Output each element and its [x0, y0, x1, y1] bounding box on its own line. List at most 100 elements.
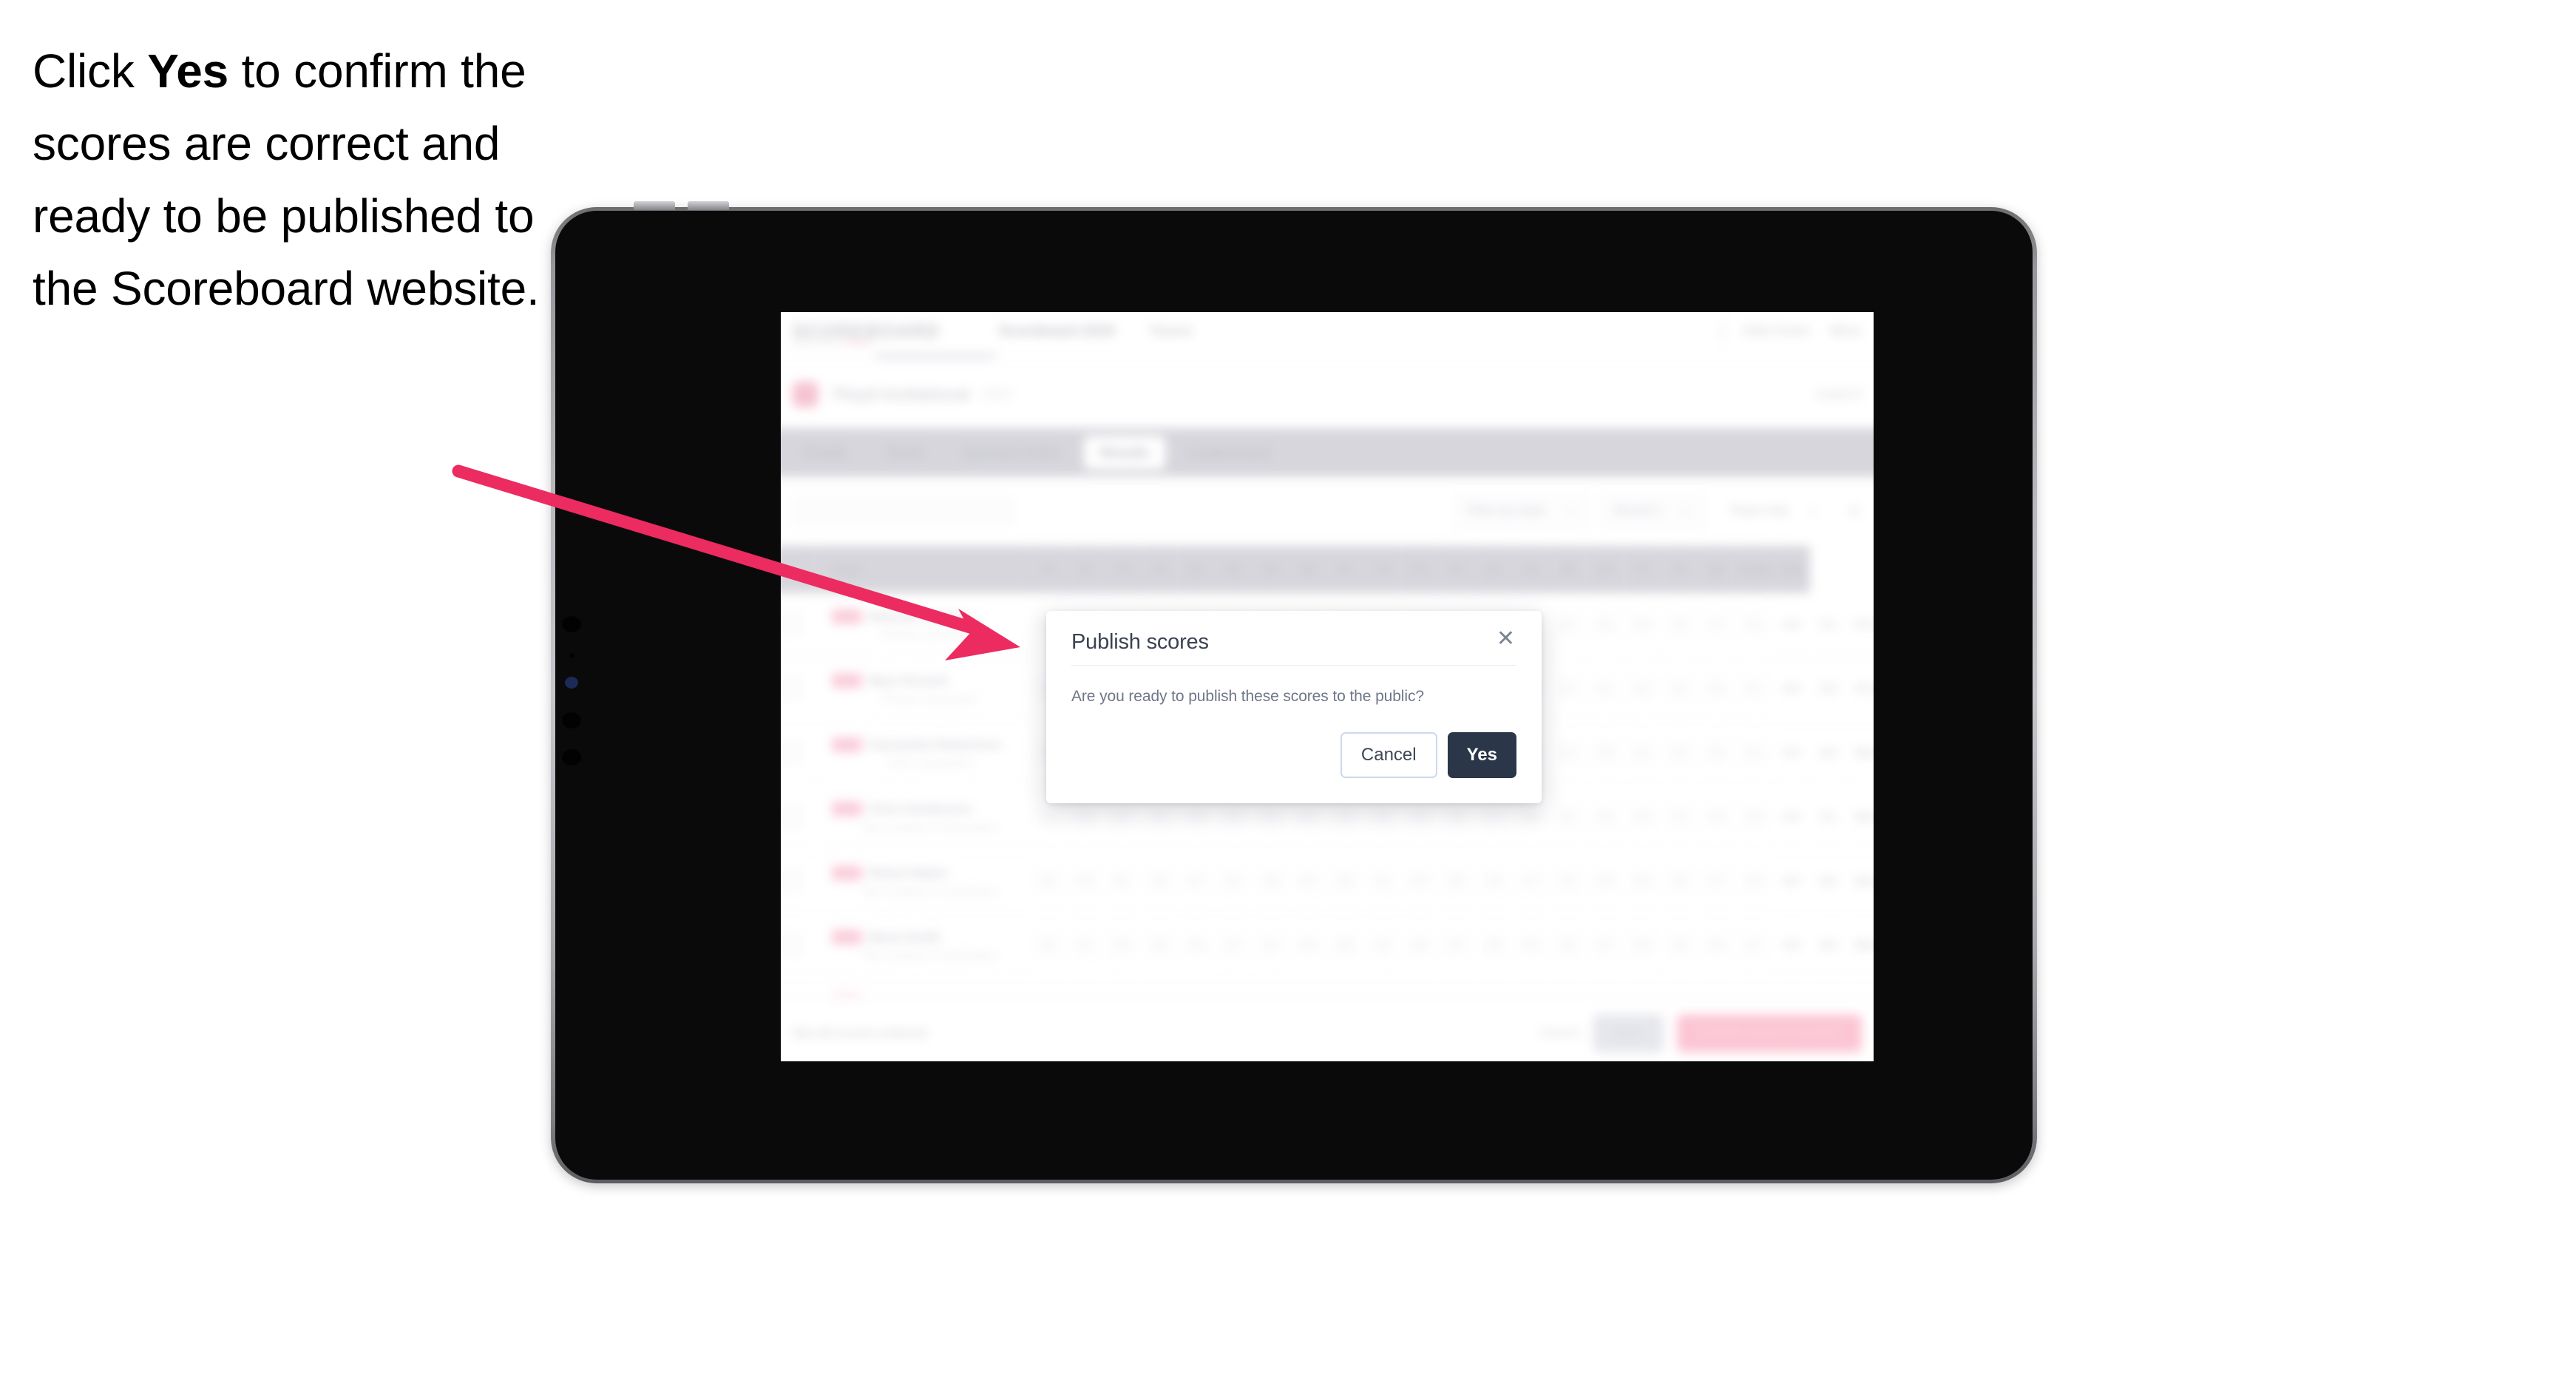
score-input[interactable]: 9.4 — [1556, 676, 1581, 701]
score-input[interactable]: 9.0 — [1667, 868, 1692, 893]
score-cell[interactable]: 9.1 — [1624, 720, 1661, 785]
cancel-button[interactable]: Cancel — [1340, 732, 1437, 778]
bottom-save-button[interactable]: Save — [1593, 1014, 1664, 1052]
score-cell[interactable]: 9.0 — [1475, 848, 1513, 914]
score-input[interactable]: 9.0 — [1295, 868, 1321, 893]
checkbox-icon[interactable] — [782, 871, 802, 891]
nav-item-scoreboard-2019[interactable]: Scoreboard 2019 — [999, 323, 1114, 339]
score-input[interactable]: 9.2 — [1370, 805, 1395, 829]
score-cell[interactable]: 9.2 — [1661, 720, 1699, 785]
score-cell[interactable]: 8.9 — [1624, 848, 1661, 914]
player-cell[interactable]: L2 Chris Henderson Star Academy of Gymnast… — [813, 785, 1030, 850]
score-cell[interactable]: 8.8 — [1438, 848, 1476, 914]
score-cell[interactable]: 9.0 — [1698, 656, 1736, 721]
score-input[interactable]: 9.5 — [1556, 612, 1581, 637]
score-input[interactable]: 9.2 — [1110, 805, 1135, 829]
score-cell[interactable]: 8.8 — [1587, 848, 1624, 914]
score-cell[interactable]: 8.7 — [1438, 913, 1476, 978]
score-input[interactable]: 8.8 — [1333, 933, 1358, 958]
score-input[interactable]: 8.8 — [1630, 933, 1655, 958]
score-input[interactable]: 8.9 — [1667, 933, 1692, 958]
score-input[interactable]: 9.2 — [1593, 612, 1618, 637]
score-input[interactable]: 9.1 — [1593, 676, 1618, 701]
score-cell[interactable]: 9.1 — [1587, 656, 1624, 721]
score-input[interactable]: 9.3 — [1221, 805, 1246, 829]
table-row[interactable]: L2 Robert Baker Star Academy of Gymnastics… — [781, 848, 1874, 914]
player-cell[interactable]: L2 Mary Russell Phoenix Gymnastics — [813, 656, 1030, 721]
score-cell[interactable]: 8.7 — [1587, 913, 1624, 978]
row-checkbox[interactable] — [781, 592, 814, 657]
score-input[interactable]: 9.1 — [1667, 805, 1692, 829]
score-cell[interactable]: 9.1 — [1735, 656, 1773, 721]
settings-gear-icon[interactable]: ⚙ — [1844, 504, 1865, 519]
score-input[interactable]: 8.8 — [1742, 868, 1766, 893]
score-input[interactable]: 8.9 — [1333, 868, 1358, 893]
score-cell[interactable]: 8.8 — [1698, 785, 1736, 850]
score-input[interactable]: 9.1 — [1221, 933, 1246, 958]
score-input[interactable]: 8.8 — [1147, 933, 1172, 958]
score-cell[interactable]: 9.0 — [1029, 848, 1067, 914]
score-input[interactable]: 8.8 — [1445, 868, 1469, 893]
score-cell[interactable]: 8.8 — [1400, 913, 1439, 978]
score-input[interactable]: 9.0 — [1593, 740, 1618, 765]
score-cell[interactable]: 9.1 — [1698, 592, 1736, 657]
score-cell[interactable]: 9.1 — [1103, 848, 1141, 914]
score-input[interactable]: 9.0 — [1630, 805, 1655, 829]
score-input[interactable]: 9.0 — [1742, 740, 1766, 765]
player-cell[interactable]: L2 Cassandra Robertson Active Gymnastics — [813, 720, 1030, 785]
score-input[interactable]: 8.9 — [1295, 933, 1321, 958]
score-cell[interactable]: 8.8 — [1735, 848, 1773, 914]
score-input[interactable]: 8.8 — [1705, 805, 1729, 829]
score-input[interactable]: 8.8 — [1519, 805, 1544, 829]
score-cell[interactable]: 8.9 — [1698, 720, 1736, 785]
score-input[interactable]: 8.7 — [1593, 933, 1618, 958]
score-input[interactable]: 8.8 — [1407, 933, 1432, 958]
row-checkbox[interactable] — [781, 656, 814, 721]
score-cell[interactable]: 8.7 — [1698, 848, 1736, 914]
score-cell[interactable]: 8.9 — [1289, 913, 1327, 978]
score-cell[interactable]: 9.1 — [1661, 785, 1699, 850]
score-cell[interactable]: 8.7 — [1512, 848, 1550, 914]
score-input[interactable]: 8.8 — [1184, 805, 1209, 829]
score-input[interactable]: 9.1 — [1705, 612, 1729, 637]
score-input[interactable]: 8.7 — [1073, 933, 1097, 958]
tab-results[interactable]: Results — [1083, 435, 1166, 470]
score-input[interactable]: 9.1 — [1630, 740, 1655, 765]
score-input[interactable]: 8.7 — [1445, 933, 1469, 958]
score-cell[interactable]: 8.9 — [1400, 848, 1439, 914]
score-cell[interactable]: 8.6 — [1698, 913, 1736, 978]
score-input[interactable]: 9.0 — [1407, 805, 1432, 829]
checkbox-icon[interactable] — [782, 807, 802, 827]
score-cell[interactable]: 8.8 — [1066, 848, 1104, 914]
score-input[interactable]: 8.9 — [1407, 868, 1432, 893]
row-checkbox[interactable] — [781, 785, 814, 850]
score-input[interactable]: 9.1 — [1110, 868, 1135, 893]
score-cell[interactable]: 9.1 — [1363, 848, 1401, 914]
score-cell[interactable]: 8.6 — [1178, 913, 1216, 978]
tab-leaderboard[interactable]: Leaderboard — [1172, 436, 1287, 470]
score-cell[interactable]: 9.1 — [1550, 848, 1587, 914]
search-input[interactable] — [789, 495, 1016, 527]
score-cell[interactable]: 8.9 — [1587, 785, 1624, 850]
checkbox-icon[interactable] — [782, 615, 802, 635]
score-input[interactable]: 8.7 — [1184, 868, 1209, 893]
score-input[interactable]: 8.9 — [1073, 805, 1097, 829]
player-cell[interactable]: L2 Deborah Roberts Phoenix Gymnastics — [813, 592, 1030, 657]
score-cell[interactable]: 9.2 — [1624, 656, 1661, 721]
checkbox-icon[interactable] — [782, 743, 802, 763]
score-cell[interactable]: 9.4 — [1661, 592, 1699, 657]
publish-scores-button[interactable]: Publish scores to public — [1677, 1014, 1862, 1052]
checkbox-icon[interactable] — [782, 678, 802, 699]
score-input[interactable]: 9.0 — [1705, 676, 1729, 701]
score-input[interactable]: 9.4 — [1667, 612, 1692, 637]
row-checkbox[interactable] — [781, 913, 814, 978]
score-cell[interactable]: 8.7 — [1735, 913, 1773, 978]
score-cell[interactable]: 9.2 — [1587, 592, 1624, 657]
score-input[interactable]: 9.2 — [1221, 868, 1246, 893]
score-input[interactable]: 8.8 — [1073, 868, 1097, 893]
score-cell[interactable]: 8.9 — [1735, 785, 1773, 850]
score-input[interactable]: 9.0 — [1482, 868, 1506, 893]
score-cell[interactable]: 9.0 — [1661, 848, 1699, 914]
tab-panel[interactable]: Panel — [870, 436, 940, 470]
score-cell[interactable]: 9.3 — [1624, 592, 1661, 657]
